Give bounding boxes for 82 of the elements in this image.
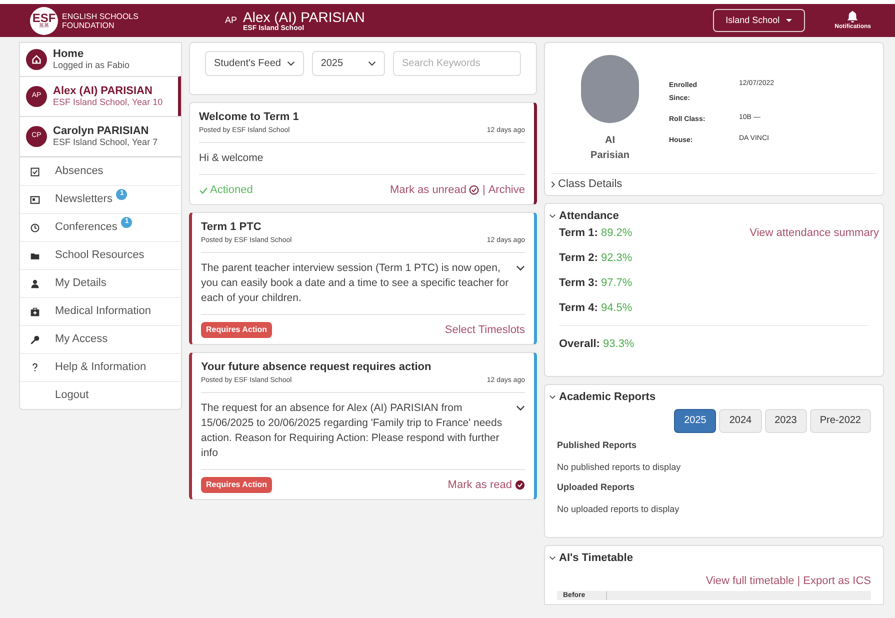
newspaper-icon (30, 194, 40, 204)
sidebar-item[interactable]: My Details (20, 269, 181, 297)
student-initials: AP (225, 14, 238, 27)
post-body: The request for an absence for Alex (AI) PARISIAN from 15/06/2025 to 20/06/2025 regarding 'Family trip to France' needs action. Reason for Requiring Action: Please respond with further info (201, 401, 504, 461)
check-circle-icon (515, 480, 525, 490)
sidebar-item[interactable]: My Access (20, 325, 181, 353)
report-empty-message: No uploaded reports to display (557, 503, 680, 516)
checkbox-icon (30, 166, 40, 176)
attendance-term: Term 2: 92.3% (559, 250, 632, 266)
chevron-icon[interactable] (549, 214, 556, 218)
search-field[interactable]: Search Keywords (393, 51, 521, 76)
chevron-icon[interactable] (549, 556, 556, 560)
checkmark-icon (199, 186, 208, 194)
folder-icon (30, 250, 40, 260)
student-first-name: AI (605, 134, 615, 148)
logo-text: ESF (32, 12, 56, 24)
post-body: The parent teacher interview session (Term 1 PTC) is now open, you can easily book a date and a time to see a specific teacher for each of your children. (201, 261, 510, 306)
sidebar-item[interactable]: Help & Information (20, 353, 181, 381)
report-section-title: Published Reports (557, 438, 638, 452)
student-last-name: Parisian (590, 149, 630, 163)
class-details-toggle[interactable]: Class Details (551, 173, 877, 195)
timetable-link[interactable]: Export as ICS (803, 572, 871, 589)
post-title: Your future absence request requires action (201, 360, 432, 375)
sidebar-item[interactable]: Medical Information (20, 297, 181, 325)
attendance-overall: Overall: 93.3% (559, 324, 869, 352)
attendance-term: Term 4: 94.5% (559, 300, 632, 316)
year-tab[interactable]: 2024 (719, 408, 762, 432)
person-icon (30, 278, 40, 288)
section-title: Academic Reports (559, 390, 656, 405)
chevron-icon[interactable] (549, 395, 556, 400)
requires-action-badge: Requires Action (201, 322, 272, 338)
organization-name: ENGLISH SCHOOLS (62, 12, 140, 20)
person-name: Carolyn PARISIAN (53, 126, 150, 136)
person-subtitle: Logged in as Fabio (53, 60, 130, 70)
person-name: Home (53, 48, 85, 60)
chevron-icon[interactable] (516, 265, 525, 271)
report-empty-message: No published reports to display (557, 461, 682, 474)
question-icon (32, 363, 38, 372)
post-body: Hi & welcome (199, 151, 264, 166)
person-name: Alex (AI) PARISIAN (53, 86, 154, 96)
link-separator: | (797, 574, 800, 588)
clock-icon (30, 222, 40, 232)
attendance-summary-link[interactable]: View attendance summary (750, 224, 879, 241)
key-icon (30, 334, 40, 344)
person-subtitle: ESF Island School, Year 7 (53, 136, 158, 148)
year-tab[interactable]: 2025 (674, 408, 716, 432)
link-separator: | (482, 182, 486, 198)
year-tab[interactable]: 2023 (764, 408, 807, 432)
chevron-icon (286, 61, 295, 66)
sidebar-person[interactable]: Home Logged in as Fabio (20, 42, 181, 76)
sidebar-item[interactable]: Absences (20, 157, 181, 185)
timetable-link[interactable]: View full timetable (706, 572, 794, 589)
action-link[interactable]: Archive (488, 182, 525, 198)
sidebar-item[interactable]: Logout (20, 381, 181, 409)
attendance-term: Term 3: 97.7% (559, 276, 632, 290)
student-name: Alex (AI) PARISIAN (243, 10, 365, 24)
organization-name: FOUNDATION (62, 20, 116, 30)
caret-icon (786, 19, 792, 22)
bell-icon (846, 10, 860, 22)
chevron-icon[interactable] (516, 405, 525, 411)
year-tab[interactable]: Pre-2022 (810, 408, 871, 432)
report-section-title: Uploaded Reports (557, 480, 636, 494)
sidebar-item[interactable]: School Resources (20, 241, 181, 269)
check-circle-icon (469, 185, 480, 195)
chevron-icon (551, 181, 555, 188)
section-title: AI's Timetable (559, 551, 633, 566)
school-dropdown[interactable]: Island School (712, 9, 805, 32)
home-icon (26, 49, 47, 70)
medical-kit-icon (30, 306, 40, 316)
action-link[interactable]: Mark as unread (390, 182, 480, 198)
person-subtitle: ESF Island School, Year 10 (53, 96, 163, 108)
post-title: Welcome to Term 1 (199, 110, 300, 125)
status-label: Actioned (199, 182, 253, 198)
feed-dropdown[interactable]: Student's Feed (205, 51, 304, 76)
section-title: Attendance (559, 209, 619, 224)
action-link[interactable]: Select Timeslots (444, 322, 525, 338)
post-title: Term 1 PTC (201, 220, 262, 235)
year-dropdown[interactable]: 2025 (312, 51, 385, 76)
requires-action-badge: Requires Action (201, 477, 272, 493)
attendance-term: Term 1: 89.2% (559, 226, 632, 240)
action-link[interactable]: Mark as read (448, 476, 525, 494)
chevron-icon (368, 61, 376, 66)
